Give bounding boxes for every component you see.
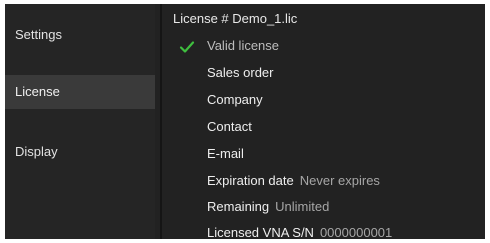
license-status: Valid license (207, 38, 280, 53)
license-file-title: License # Demo_1.lic (173, 11, 298, 26)
company-label: Company (207, 92, 263, 107)
serial-value: 0000000001 (319, 225, 393, 239)
contact-row: Contact (207, 117, 258, 137)
expiration-value: Never expires (299, 173, 380, 188)
serial-label: Licensed VNA S/N (207, 225, 314, 239)
company-row: Company (207, 90, 269, 110)
check-icon (179, 41, 195, 53)
sidebar-item-display[interactable]: Display (5, 135, 155, 169)
serial-row: Licensed VNA S/N 0000000001 (207, 223, 392, 239)
sales-order-row: Sales order (207, 63, 279, 83)
expiration-label: Expiration date (207, 173, 294, 188)
email-label: E-mail (207, 146, 244, 161)
email-row: E-mail (207, 144, 250, 164)
contact-label: Contact (207, 119, 252, 134)
license-dialog: Settings License Display License # Demo_… (5, 4, 485, 239)
sidebar-item-label: License (15, 84, 60, 99)
sidebar: Settings License Display (5, 4, 155, 239)
remaining-label: Remaining (207, 199, 270, 214)
sidebar-divider (160, 4, 162, 239)
sidebar-item-label: Settings (15, 27, 62, 42)
license-content: License # Demo_1.lic Valid license Sales… (173, 4, 485, 239)
sales-order-label: Sales order (207, 65, 274, 80)
sidebar-item-label: Display (15, 144, 58, 159)
remaining-value: Unlimited (275, 199, 330, 214)
sidebar-item-settings[interactable]: Settings (5, 18, 155, 52)
sidebar-item-license[interactable]: License (5, 75, 155, 109)
remaining-row: Remaining Unlimited (207, 197, 329, 217)
expiration-row: Expiration date Never expires (207, 171, 380, 191)
